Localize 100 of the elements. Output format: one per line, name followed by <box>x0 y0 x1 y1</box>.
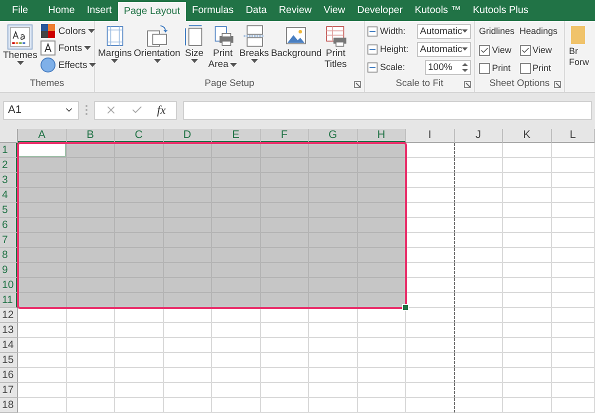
sheet-cell[interactable] <box>406 353 454 368</box>
sheet-cell[interactable] <box>212 143 260 158</box>
page-setup-button[interactable]: Margins <box>97 23 133 78</box>
scale-dropdown[interactable]: Automatic <box>417 24 471 38</box>
column-header[interactable]: I <box>406 129 454 143</box>
sheet-cell[interactable] <box>358 248 406 263</box>
page-setup-button[interactable]: Size <box>181 23 208 78</box>
column-header[interactable]: A <box>18 129 66 143</box>
row-header[interactable]: 16 <box>0 368 18 383</box>
sheet-cell[interactable] <box>358 263 406 278</box>
row-header[interactable]: 10 <box>0 278 18 293</box>
sheet-cell[interactable] <box>406 143 454 158</box>
row-header[interactable]: 2 <box>0 158 18 173</box>
dialog-launcher-icon[interactable] <box>464 81 471 88</box>
column-header[interactable]: J <box>454 129 503 143</box>
row-header[interactable]: 5 <box>0 203 18 218</box>
column-header[interactable]: K <box>503 129 552 143</box>
cancel-icon[interactable] <box>105 104 117 116</box>
ribbon-tab[interactable]: Kutools ™ <box>408 0 467 21</box>
row-header[interactable]: 13 <box>0 323 18 338</box>
sheet-cell[interactable] <box>358 173 406 188</box>
themes-button[interactable]: Themes <box>2 23 38 78</box>
row-header[interactable]: 17 <box>0 383 18 398</box>
column-header[interactable]: C <box>115 129 164 143</box>
option-checkbox[interactable]: Print <box>520 60 558 76</box>
row-header[interactable]: 9 <box>0 263 18 278</box>
column-header[interactable]: L <box>552 129 595 143</box>
sheet-cell[interactable] <box>406 218 454 233</box>
sheet-cell[interactable] <box>66 143 115 158</box>
sheet-cell[interactable] <box>164 143 212 158</box>
sheet-cell[interactable] <box>164 293 212 308</box>
sheet-cell[interactable] <box>358 188 406 203</box>
row-header[interactable]: 8 <box>0 248 18 263</box>
sheet-cell[interactable] <box>309 143 358 158</box>
sheet-cell[interactable] <box>18 173 66 188</box>
column-header[interactable]: B <box>66 129 115 143</box>
sheet-cell[interactable] <box>406 158 454 173</box>
option-checkbox[interactable]: View <box>479 42 515 58</box>
sheet-cell[interactable] <box>18 203 66 218</box>
sheet-cell[interactable] <box>406 188 454 203</box>
fill-handle[interactable] <box>402 304 409 311</box>
sheet-cell[interactable] <box>18 143 66 158</box>
row-header[interactable]: 11 <box>0 293 18 308</box>
formula-input[interactable] <box>182 100 592 120</box>
sheet-cell[interactable] <box>406 203 454 218</box>
column-header[interactable]: F <box>260 129 309 143</box>
row-header[interactable]: 7 <box>0 233 18 248</box>
enter-icon[interactable] <box>131 104 143 116</box>
sheet-cell[interactable] <box>18 278 66 293</box>
sheet-cell[interactable] <box>18 218 66 233</box>
sheet-cell[interactable] <box>406 383 454 398</box>
scale-dropdown[interactable]: Automatic <box>417 42 471 56</box>
sheet-cell[interactable] <box>18 263 66 278</box>
sheet-cell[interactable] <box>406 398 454 413</box>
name-box[interactable]: A1 <box>3 100 79 120</box>
sheet-cell[interactable] <box>406 308 454 323</box>
sheet-cell[interactable] <box>18 233 66 248</box>
ribbon-tab[interactable]: View <box>318 0 352 21</box>
ribbon-tab[interactable]: File <box>4 0 36 21</box>
sheet-cell[interactable] <box>18 293 66 308</box>
sheet-cell[interactable] <box>406 278 454 293</box>
sheet-cell[interactable] <box>406 248 454 263</box>
sheet-cell[interactable] <box>212 293 260 308</box>
row-header[interactable]: 4 <box>0 188 18 203</box>
dialog-launcher-icon[interactable] <box>354 81 361 88</box>
row-header[interactable]: 3 <box>0 173 18 188</box>
column-header[interactable]: G <box>309 129 358 143</box>
bring-forward-button[interactable]: Br Forw <box>567 23 593 69</box>
ribbon-tab[interactable]: Formulas <box>186 0 240 21</box>
sheet-cell[interactable] <box>358 203 406 218</box>
sheet-cell[interactable] <box>406 263 454 278</box>
column-header[interactable]: H <box>358 129 406 143</box>
sheet-cell[interactable] <box>260 293 309 308</box>
sheet-cell[interactable] <box>18 248 66 263</box>
sheet-cell[interactable] <box>406 338 454 353</box>
page-setup-button[interactable]: Print Area <box>207 23 238 78</box>
sheet-cell[interactable] <box>358 158 406 173</box>
sheet-cell[interactable] <box>115 293 164 308</box>
column-header[interactable]: E <box>212 129 260 143</box>
page-setup-button[interactable]: Breaks <box>238 23 270 78</box>
sheet-cell[interactable] <box>358 278 406 293</box>
theme-option-button[interactable]: Colors <box>40 23 96 39</box>
sheet-cell[interactable] <box>115 143 164 158</box>
sheet-cell[interactable] <box>358 218 406 233</box>
spinner-arrows-icon[interactable] <box>462 62 468 72</box>
option-checkbox[interactable]: View <box>520 42 558 58</box>
sheet-cell[interactable] <box>406 233 454 248</box>
ribbon-tab[interactable]: Page Layout <box>118 2 186 21</box>
ribbon-tab[interactable]: Review <box>272 0 318 21</box>
row-header[interactable]: 6 <box>0 218 18 233</box>
sheet-cell[interactable] <box>406 293 454 308</box>
column-header[interactable]: D <box>164 129 212 143</box>
sheet-cell[interactable] <box>309 293 358 308</box>
row-header[interactable]: 12 <box>0 308 18 323</box>
sheet-cell[interactable] <box>260 143 309 158</box>
sheet-cell[interactable] <box>18 158 66 173</box>
insert-function-button[interactable]: fx <box>157 102 166 118</box>
page-setup-button[interactable]: Background <box>270 23 323 78</box>
ribbon-tab[interactable]: Data <box>240 0 273 21</box>
sheet-cell[interactable] <box>406 368 454 383</box>
